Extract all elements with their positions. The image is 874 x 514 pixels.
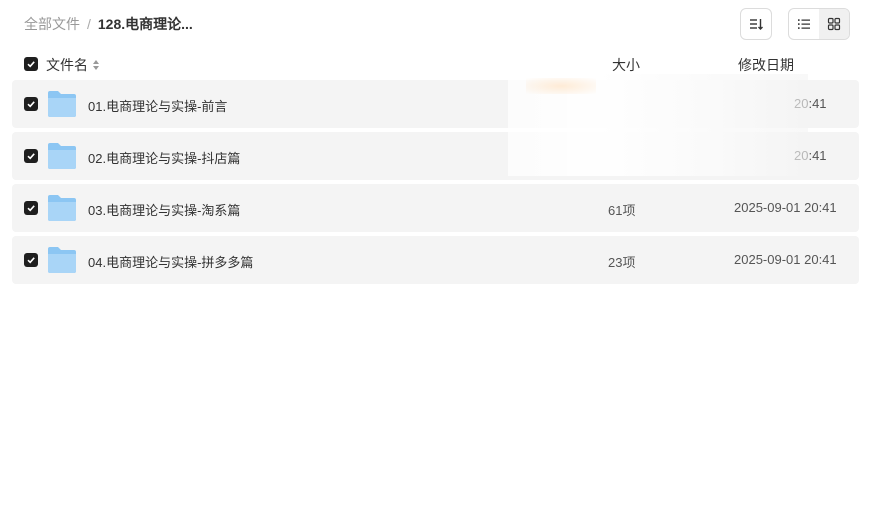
check-icon [27,153,35,160]
folder-icon [48,247,76,273]
breadcrumb-current: 128.电商理论... [97,16,193,32]
table-row[interactable]: 04.电商理论与实操-拼多多篇 23项 2025-09-01 20:41 [12,236,859,284]
table-header: 文件名 大小 修改日期 [12,52,859,76]
file-date: 20:41 [794,148,827,163]
check-icon [27,205,35,212]
breadcrumb: 全部文件 / 128.电商理论... [24,15,193,33]
file-name[interactable]: 02.电商理论与实操-抖店篇 [88,148,240,167]
column-header-name-label: 文件名 [46,57,88,73]
file-name[interactable]: 03.电商理论与实操-淘系篇 [88,200,240,219]
table-row[interactable]: 02.电商理论与实操-抖店篇 20:41 [12,132,859,180]
folder-icon [48,91,76,117]
table-row[interactable]: 01.电商理论与实操-前言 20:41 [12,80,859,128]
row-checkbox[interactable] [24,253,38,267]
file-list: 01.电商理论与实操-前言 20:41 02.电商理论与实操-抖店篇 20:41… [12,80,859,288]
grid-view-button[interactable] [819,9,849,39]
column-header-size[interactable]: 大小 [612,55,640,75]
folder-icon [48,195,76,221]
select-all-checkbox[interactable] [24,57,38,71]
file-size: 61项 [608,203,636,218]
sort-arrows-icon [93,60,99,70]
file-date: 2025-09-01 20:41 [734,200,837,215]
grid-view-icon [827,17,841,31]
check-icon [27,101,35,108]
list-view-icon [798,19,810,29]
row-checkbox[interactable] [24,201,38,215]
column-header-date[interactable]: 修改日期 [738,55,794,75]
sort-icon [750,19,763,30]
list-view-button[interactable] [789,9,819,39]
check-icon [27,61,35,68]
top-bar: 全部文件 / 128.电商理论... [0,0,874,48]
folder-icon [48,143,76,169]
check-icon [27,257,35,264]
breadcrumb-root[interactable]: 全部文件 [24,15,80,33]
file-size: 23项 [608,255,636,270]
breadcrumb-separator: / [87,16,91,32]
row-checkbox[interactable] [24,97,38,111]
file-date: 2025-09-01 20:41 [734,252,837,267]
row-checkbox[interactable] [24,149,38,163]
column-header-name[interactable]: 文件名 [46,55,100,75]
file-date: 20:41 [794,96,827,111]
file-name[interactable]: 04.电商理论与实操-拼多多篇 [88,252,253,271]
table-row[interactable]: 03.电商理论与实操-淘系篇 61项 2025-09-01 20:41 [12,184,859,232]
file-name[interactable]: 01.电商理论与实操-前言 [88,96,227,115]
view-toggle [788,8,850,40]
sort-button[interactable] [740,8,772,40]
